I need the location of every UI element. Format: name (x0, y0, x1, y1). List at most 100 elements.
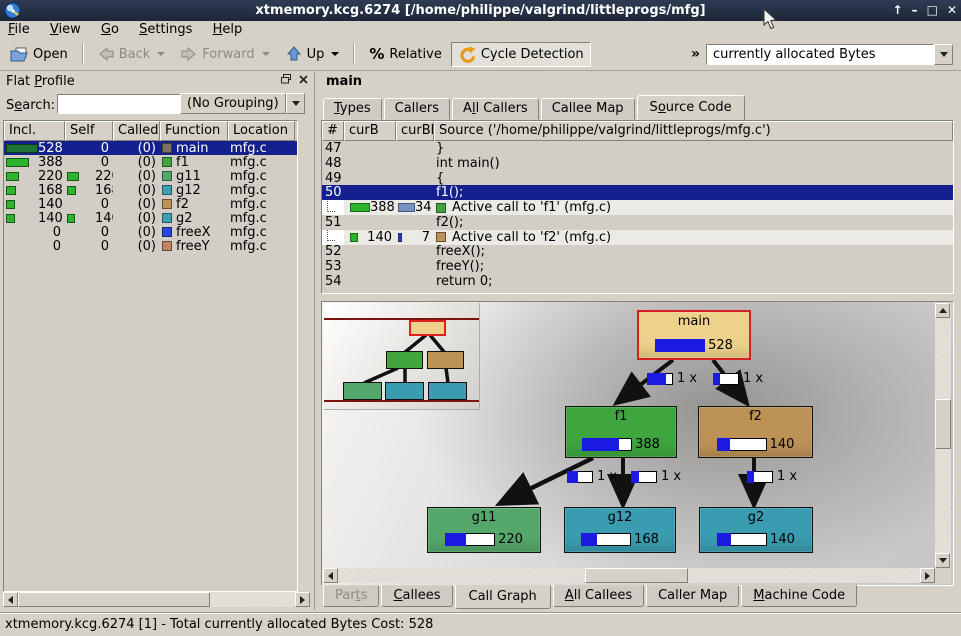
keep-above-icon[interactable]: ↑ (893, 0, 903, 21)
minimize-icon[interactable]: – (912, 0, 918, 21)
edge-label-main-f1: 1 x (647, 371, 697, 386)
table-row[interactable]: 0 0 (0) freeY mfg.c (4, 239, 297, 253)
close-dock-icon[interactable] (299, 75, 308, 84)
source-row[interactable]: 49 { (322, 171, 953, 186)
scroll-left-button[interactable] (323, 568, 338, 583)
table-row[interactable]: 388 0 (0) f1 mfg.c (4, 155, 297, 169)
curbk-bar (398, 203, 415, 212)
graph-node-g2[interactable]: g2 140 (699, 507, 813, 553)
forward-dropdown-icon (262, 52, 270, 56)
horizontal-scrollbar[interactable] (3, 592, 310, 607)
column-header-called[interactable]: Called (113, 121, 160, 141)
combobox-arrow-button[interactable] (286, 93, 305, 114)
tab-source-code[interactable]: Source Code (637, 95, 745, 121)
scrollbar-thumb[interactable] (935, 399, 951, 449)
splitter-horizontal[interactable] (320, 292, 961, 301)
forward-button: Forward (174, 42, 276, 66)
vertical-scrollbar[interactable] (935, 303, 951, 568)
event-type-combobox[interactable]: currently allocated Bytes (706, 44, 953, 65)
column-header-location[interactable]: Location (228, 121, 295, 141)
source-row[interactable]: 53 freeY(); (322, 259, 953, 274)
source-call-row[interactable]: 140 7 Active call to 'f2' (mfg.c) (322, 230, 953, 245)
menu-file[interactable]: File (0, 21, 38, 38)
graph-minimap[interactable] (324, 303, 480, 410)
column-header-incl[interactable]: Incl. (4, 121, 65, 141)
scrollbar-thumb[interactable] (585, 568, 688, 583)
column-header-curb[interactable]: curB (344, 121, 396, 141)
tab-all-callees[interactable]: All Callees (553, 585, 644, 607)
menu-help[interactable]: Help (205, 21, 251, 38)
menu-go[interactable]: Go (93, 21, 127, 38)
graph-node-main[interactable]: main 528 (637, 310, 751, 360)
combobox-arrow-button[interactable] (934, 44, 953, 65)
float-dock-icon[interactable] (281, 74, 291, 84)
table-row[interactable]: 0 0 (0) freeX mfg.c (4, 225, 297, 239)
source-call-row[interactable]: 388 34 Active call to 'f1' (mfg.c) (322, 200, 953, 215)
scroll-right-button[interactable] (295, 592, 310, 607)
source-row[interactable]: 47 } (322, 141, 953, 156)
flat-profile-table: Incl. Self Called Function Location 528 … (3, 120, 298, 592)
column-header-function[interactable]: Function (160, 121, 228, 141)
tab-caller-map[interactable]: Caller Map (646, 585, 739, 607)
column-header-source[interactable]: Source ('/home/philippe/valgrind/littlep… (434, 121, 953, 141)
source-row[interactable]: 48 int main() (322, 156, 953, 171)
incl-bar (6, 214, 15, 223)
table-row[interactable]: 140 0 (0) f2 mfg.c (4, 197, 297, 211)
grouping-combobox[interactable]: (No Grouping) (180, 93, 309, 114)
node-label: f1 (615, 409, 628, 424)
table-row[interactable]: 528 0 (0) main mfg.c (4, 141, 297, 155)
up-button[interactable]: Up (279, 42, 347, 66)
table-row[interactable]: 140 140 (0) g2 mfg.c (4, 211, 297, 225)
tab-callee-map[interactable]: Callee Map (541, 98, 635, 120)
detail-tabs: Types Callers All Callers Callee Map Sou… (323, 95, 747, 120)
scroll-up-button[interactable] (935, 303, 950, 318)
function-color-icon (436, 232, 446, 242)
close-icon[interactable]: ✕ (947, 0, 957, 21)
tab-machine-code[interactable]: Machine Code (741, 585, 857, 607)
column-header-curbk[interactable]: curBk (396, 121, 434, 141)
scroll-left-button[interactable] (3, 592, 18, 607)
graph-node-g11[interactable]: g11 220 (427, 507, 541, 553)
source-row[interactable]: 54 return 0; (322, 274, 953, 289)
function-color-icon (436, 203, 446, 213)
horizontal-scrollbar[interactable] (323, 568, 935, 583)
open-button[interactable]: Open (3, 43, 75, 66)
maximize-icon[interactable]: □ (927, 0, 938, 21)
table-row[interactable]: 220 220 (0) g11 mfg.c (4, 169, 297, 183)
scroll-right-button[interactable] (920, 568, 935, 583)
tab-all-callers[interactable]: All Callers (452, 98, 539, 120)
node-cost-bar (581, 533, 631, 546)
source-row[interactable]: 51 f2(); (322, 215, 953, 230)
call-graph-view[interactable]: main 528 f1 388 f2 140 g11 220 g12 168 g… (321, 301, 954, 586)
column-header-line[interactable]: # (322, 121, 344, 141)
tab-callees[interactable]: Callees (381, 585, 452, 607)
scroll-down-button[interactable] (935, 553, 950, 568)
table-row[interactable]: 168 168 (0) g12 mfg.c (4, 183, 297, 197)
titlebar: xtmemory.kcg.6274 [/home/philippe/valgri… (0, 0, 961, 21)
chevron-up-icon (939, 308, 947, 313)
menu-view[interactable]: View (42, 21, 89, 38)
toolbar: Open Back Forward Up % Relative (0, 38, 961, 71)
status-text: xtmemory.kcg.6274 [1] - Total currently … (5, 617, 433, 632)
source-row-selected[interactable]: 50 f1(); (322, 185, 953, 200)
graph-node-f1[interactable]: f1 388 (565, 406, 677, 458)
search-input[interactable] (57, 94, 183, 114)
relative-toggle-button[interactable]: % Relative (362, 41, 448, 67)
scrollbar-thumb[interactable] (18, 592, 210, 607)
column-header-self[interactable]: Self (65, 121, 113, 141)
grouping-value: (No Grouping) (180, 93, 286, 114)
event-type-value: currently allocated Bytes (706, 44, 934, 65)
minimap-node-f1 (386, 351, 423, 369)
cycle-detection-toggle-button[interactable]: Cycle Detection (451, 42, 591, 67)
toolbar-extension-chevron[interactable]: » (691, 46, 700, 62)
up-dropdown-icon[interactable] (331, 52, 339, 56)
incl-bar (6, 200, 15, 209)
tab-call-graph[interactable]: Call Graph (455, 585, 551, 609)
graph-node-g12[interactable]: g12 168 (564, 507, 676, 553)
graph-node-f2[interactable]: f2 140 (698, 406, 813, 458)
tab-types[interactable]: Types (323, 98, 382, 120)
incl-bar (6, 186, 16, 195)
menu-settings[interactable]: Settings (131, 21, 200, 38)
tab-callers[interactable]: Callers (384, 98, 450, 120)
source-row[interactable]: 52 freeX(); (322, 245, 953, 260)
